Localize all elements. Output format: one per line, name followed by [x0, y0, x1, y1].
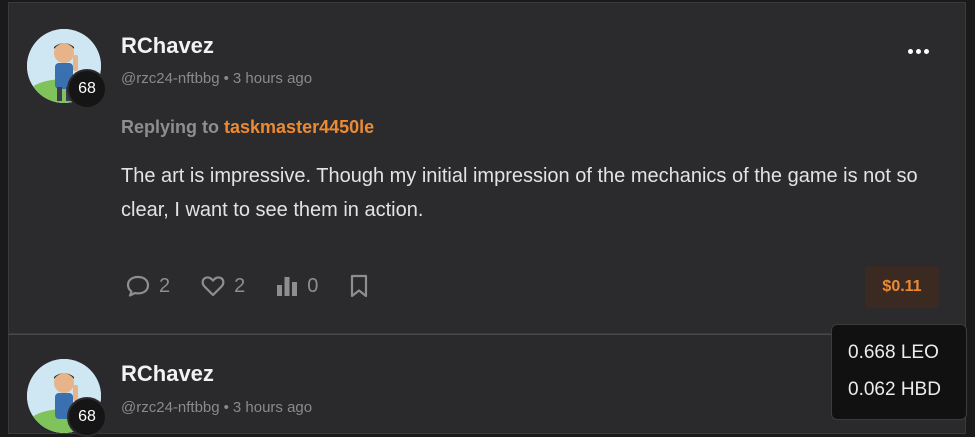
separator-dot: • — [223, 399, 229, 416]
author-name[interactable]: RChavez — [121, 361, 214, 387]
tooltip-hbd-amount: 0.062 HBD — [848, 379, 941, 400]
post-meta: @rzc24-nftbbg • 3 hours ago — [121, 399, 312, 416]
author-name[interactable]: RChavez — [121, 33, 214, 59]
post-meta: @rzc24-nftbbg • 3 hours ago — [121, 70, 312, 87]
author-handle[interactable]: @rzc24-nftbbg — [121, 399, 220, 416]
replying-prefix: Replying to — [121, 117, 219, 137]
stats-button[interactable]: 0 — [275, 274, 318, 298]
comment-body: The art is impressive. Though my initial… — [121, 165, 918, 221]
like-count: 2 — [234, 274, 246, 297]
action-bar: 2 2 0 — [125, 273, 400, 299]
replying-to: Replying to taskmaster4450le — [121, 117, 374, 138]
payout-tooltip: 0.668 LEO 0.062 HBD — [831, 324, 967, 420]
replying-to-user-link[interactable]: taskmaster4450le — [224, 117, 374, 137]
comment-bubble-icon — [126, 275, 150, 297]
bar-chart-icon — [277, 277, 298, 296]
tooltip-leo-amount: 0.668 LEO — [848, 342, 939, 363]
post-time[interactable]: 3 hours ago — [233, 399, 312, 416]
bookmark-button[interactable] — [348, 273, 370, 299]
like-button[interactable]: 2 — [200, 274, 245, 298]
post-time[interactable]: 3 hours ago — [233, 70, 312, 87]
reputation-badge: 68 — [67, 69, 107, 109]
reply-button[interactable]: 2 — [125, 274, 170, 298]
author-handle[interactable]: @rzc24-nftbbg — [121, 70, 220, 87]
comment-card: 68 RChavez @rzc24-nftbbg • 3 hours ago — [8, 334, 966, 437]
stats-count: 0 — [307, 274, 319, 297]
payout-button[interactable]: $0.11 — [865, 266, 939, 308]
bookmark-icon — [351, 274, 368, 298]
comment-card: 68 RChavez @rzc24-nftbbg • 3 hours ago Rep… — [8, 2, 966, 334]
separator-dot: • — [223, 70, 229, 87]
heart-icon — [201, 276, 225, 297]
reply-count: 2 — [159, 274, 171, 297]
more-options-icon[interactable] — [908, 49, 929, 54]
reputation-badge: 68 — [67, 397, 107, 437]
